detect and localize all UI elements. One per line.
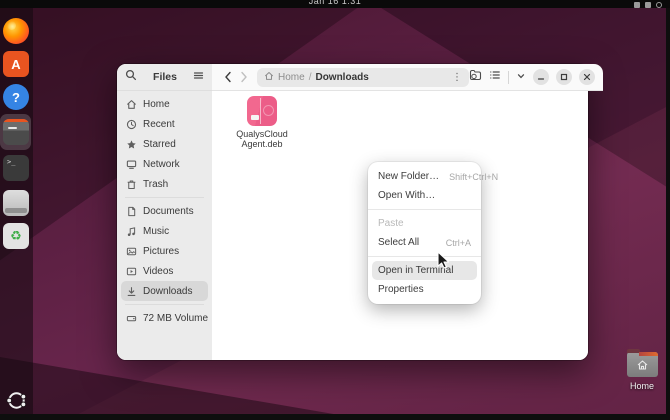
sidebar-item-label: Recent bbox=[143, 118, 175, 130]
screen-edge bbox=[666, 0, 670, 420]
minimize-button[interactable] bbox=[533, 69, 549, 85]
sidebar-item-downloads[interactable]: Downloads bbox=[121, 281, 208, 301]
breadcrumb-home[interactable]: Home bbox=[278, 72, 305, 83]
menu-separator bbox=[368, 256, 481, 257]
sidebar-item-recent[interactable]: Recent bbox=[121, 114, 208, 134]
menu-item-new-folder[interactable]: New Folder… Shift+Ctrl+N bbox=[372, 167, 498, 186]
home-icon bbox=[264, 71, 274, 84]
path-more-icon[interactable]: ⋮ bbox=[452, 72, 462, 83]
desktop-screen: Jan 16 1:31 A ? >_ ♻ Files Home / Downlo… bbox=[0, 0, 670, 420]
menu-item-open-in-terminal[interactable]: Open in Terminal bbox=[372, 261, 477, 280]
sidebar-item-home[interactable]: Home bbox=[121, 94, 208, 114]
sidebar-item-videos[interactable]: Videos bbox=[121, 261, 208, 281]
sidebar-item-pictures[interactable]: Pictures bbox=[121, 241, 208, 261]
sidebar-item-starred[interactable]: Starred bbox=[121, 134, 208, 154]
drive-icon[interactable] bbox=[3, 190, 29, 216]
sidebar-item-documents[interactable]: Documents bbox=[121, 201, 208, 221]
network-icon bbox=[634, 2, 640, 8]
status-area[interactable] bbox=[634, 2, 662, 8]
sidebar-item-music[interactable]: Music bbox=[121, 221, 208, 241]
files-app-icon[interactable] bbox=[3, 119, 29, 145]
sidebar-item-label: Music bbox=[143, 225, 170, 237]
shortcut-label: Ctrl+A bbox=[445, 237, 471, 248]
divider bbox=[508, 70, 509, 84]
menu-item-select-all[interactable]: Select All Ctrl+A bbox=[372, 233, 477, 252]
window-title: Files bbox=[153, 71, 177, 83]
sidebar-item-trash[interactable]: Trash bbox=[121, 174, 208, 194]
dock: A ? >_ ♻ bbox=[0, 8, 33, 414]
header-actions bbox=[469, 68, 595, 86]
sidebar: Home Recent Starred Network Trash Docume… bbox=[117, 91, 212, 360]
desktop-icon-label: Home bbox=[629, 381, 654, 391]
sidebar-separator bbox=[125, 197, 204, 198]
ubuntu-software-icon[interactable]: A bbox=[3, 51, 29, 77]
menu-separator bbox=[368, 209, 481, 210]
file-qualys-deb[interactable]: QualysCloud Agent.deb bbox=[230, 96, 294, 149]
clock-label[interactable]: Jan 16 1:31 bbox=[0, 0, 670, 6]
screen-edge bbox=[0, 414, 670, 420]
sidebar-item-label: Trash bbox=[143, 178, 169, 190]
headerbar: Files Home / Downloads ⋮ bbox=[117, 64, 603, 91]
menu-item-open-with[interactable]: Open With… bbox=[372, 186, 477, 205]
sidebar-separator bbox=[125, 304, 204, 305]
power-icon bbox=[656, 2, 662, 8]
breadcrumb-current[interactable]: Downloads bbox=[315, 72, 368, 83]
top-panel: Jan 16 1:31 bbox=[0, 0, 670, 8]
sidebar-item-label: Videos bbox=[143, 265, 174, 277]
home-folder-icon bbox=[626, 349, 658, 377]
new-tab-icon[interactable] bbox=[469, 68, 482, 86]
trash-icon[interactable]: ♻ bbox=[3, 223, 29, 249]
help-icon[interactable]: ? bbox=[3, 84, 29, 110]
maximize-button[interactable] bbox=[556, 69, 572, 85]
back-button[interactable] bbox=[220, 69, 236, 85]
sidebar-item-label: Starred bbox=[143, 138, 176, 150]
sidebar-item-label: Downloads bbox=[143, 285, 193, 297]
file-name-label: QualysCloud Agent.deb bbox=[236, 129, 288, 149]
menu-item-properties[interactable]: Properties bbox=[372, 280, 477, 299]
sidebar-item-label: Documents bbox=[143, 205, 194, 217]
sidebar-item-label: Home bbox=[143, 98, 170, 110]
deb-package-icon bbox=[247, 96, 277, 126]
desktop-home-shortcut[interactable]: Home bbox=[620, 349, 664, 391]
ubuntu-logo-icon[interactable] bbox=[5, 389, 28, 412]
breadcrumb[interactable]: Home / Downloads ⋮ bbox=[257, 67, 469, 87]
forward-button[interactable] bbox=[236, 69, 252, 85]
files-window: Files Home / Downloads ⋮ Home Recent Sta… bbox=[117, 64, 603, 360]
list-view-icon[interactable] bbox=[489, 68, 501, 86]
hamburger-menu-icon[interactable] bbox=[193, 68, 204, 86]
content-headerbar: Home / Downloads ⋮ bbox=[212, 64, 603, 91]
close-button[interactable] bbox=[579, 69, 595, 85]
sidebar-item-label: Pictures bbox=[143, 245, 180, 257]
sidebar-item-volume[interactable]: 72 MB Volume bbox=[121, 308, 208, 328]
shortcut-label: Shift+Ctrl+N bbox=[449, 171, 499, 182]
sidebar-item-label: 72 MB Volume bbox=[143, 312, 209, 324]
context-menu: New Folder… Shift+Ctrl+N Open With… Past… bbox=[368, 162, 498, 304]
firefox-icon[interactable] bbox=[3, 18, 29, 44]
deb-emblem-icon bbox=[263, 105, 274, 116]
sidebar-item-network[interactable]: Network bbox=[121, 154, 208, 174]
chevron-down-icon[interactable] bbox=[516, 68, 526, 86]
sidebar-headerbar: Files bbox=[117, 64, 212, 91]
breadcrumb-separator: / bbox=[308, 71, 312, 83]
menu-item-paste[interactable]: Paste bbox=[372, 214, 477, 233]
terminal-icon[interactable]: >_ bbox=[3, 155, 29, 181]
sidebar-item-label: Network bbox=[143, 158, 180, 170]
search-icon[interactable] bbox=[125, 68, 137, 86]
volume-icon bbox=[645, 2, 651, 8]
